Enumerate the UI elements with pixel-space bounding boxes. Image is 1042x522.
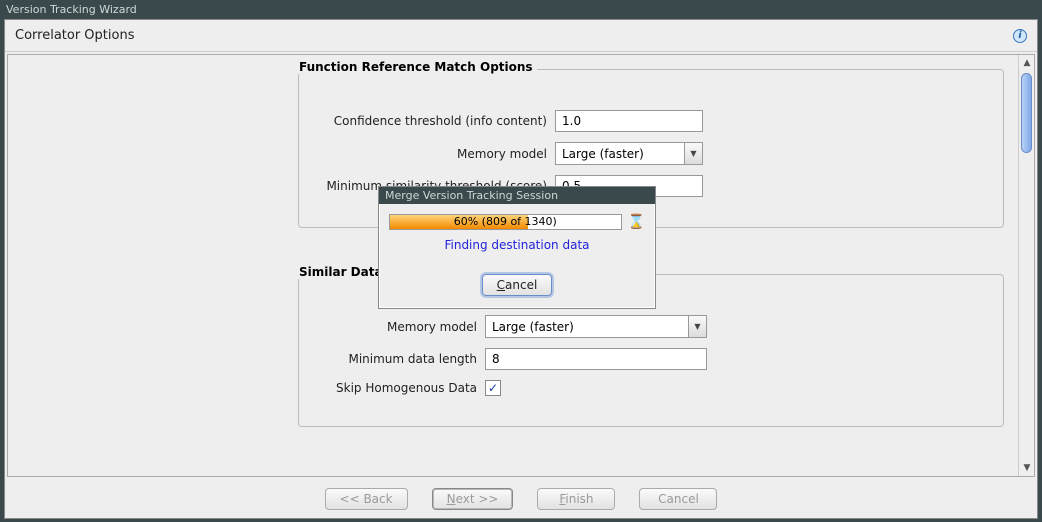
cancel-button-label: Cancel (658, 492, 699, 506)
window-title: Version Tracking Wizard (0, 0, 1042, 19)
progress-cancel-button[interactable]: Cancel (482, 274, 553, 296)
scroll-thumb[interactable] (1021, 73, 1032, 153)
memory-model-label-1: Memory model (319, 147, 555, 161)
chevron-down-icon: ▼ (688, 316, 706, 337)
next-button-label: ext >> (456, 492, 499, 506)
scroll-up-icon[interactable]: ▲ (1019, 55, 1035, 71)
wizard-header: Correlator Options i (5, 20, 1037, 52)
finish-button[interactable]: Finish (537, 488, 615, 510)
scroll-down-icon[interactable]: ▼ (1019, 460, 1035, 476)
chevron-down-icon: ▼ (684, 143, 702, 164)
info-icon[interactable]: i (1013, 29, 1027, 43)
min-data-length-label: Minimum data length (319, 352, 485, 366)
memory-model-value-1: Large (faster) (556, 147, 684, 161)
cancel-button[interactable]: Cancel (639, 488, 717, 510)
group-function-reference-legend: Function Reference Match Options (295, 60, 537, 74)
progress-text: 60% (809 of 1340) (390, 215, 621, 229)
skip-homogenous-checkbox[interactable]: ✓ (485, 380, 501, 396)
progress-dialog-title: Merge Version Tracking Session (379, 187, 655, 204)
memory-model-value-2: Large (faster) (486, 320, 688, 334)
progress-dialog-body: 60% (809 of 1340) ⌛ Finding destination … (379, 204, 655, 308)
wizard-button-row: << Back Next >> Finish Cancel (5, 479, 1037, 518)
back-button[interactable]: << Back (325, 488, 408, 510)
page-title: Correlator Options (15, 28, 134, 43)
progress-dialog: Merge Version Tracking Session 60% (809 … (378, 186, 656, 309)
hourglass-icon: ⌛ (628, 214, 645, 230)
scrollbar[interactable]: ▲ ▼ (1018, 55, 1034, 476)
next-button[interactable]: Next >> (432, 488, 514, 510)
progress-cancel-label: ancel (505, 278, 537, 292)
progress-bar: 60% (809 of 1340) (389, 214, 622, 230)
finish-button-label: inish (565, 492, 593, 506)
progress-status: Finding destination data (389, 238, 645, 252)
skip-homogenous-label: Skip Homogenous Data (319, 381, 485, 395)
next-button-mn: N (447, 492, 456, 506)
memory-model-label-2: Memory model (319, 320, 485, 334)
confidence-threshold-input[interactable] (555, 110, 703, 132)
confidence-threshold-label: Confidence threshold (info content) (319, 114, 555, 128)
back-button-label: << Back (340, 492, 393, 506)
memory-model-select-1[interactable]: Large (faster) ▼ (555, 142, 703, 165)
memory-model-select-2[interactable]: Large (faster) ▼ (485, 315, 707, 338)
progress-cancel-mn: C (497, 278, 505, 292)
min-data-length-input[interactable] (485, 348, 707, 370)
